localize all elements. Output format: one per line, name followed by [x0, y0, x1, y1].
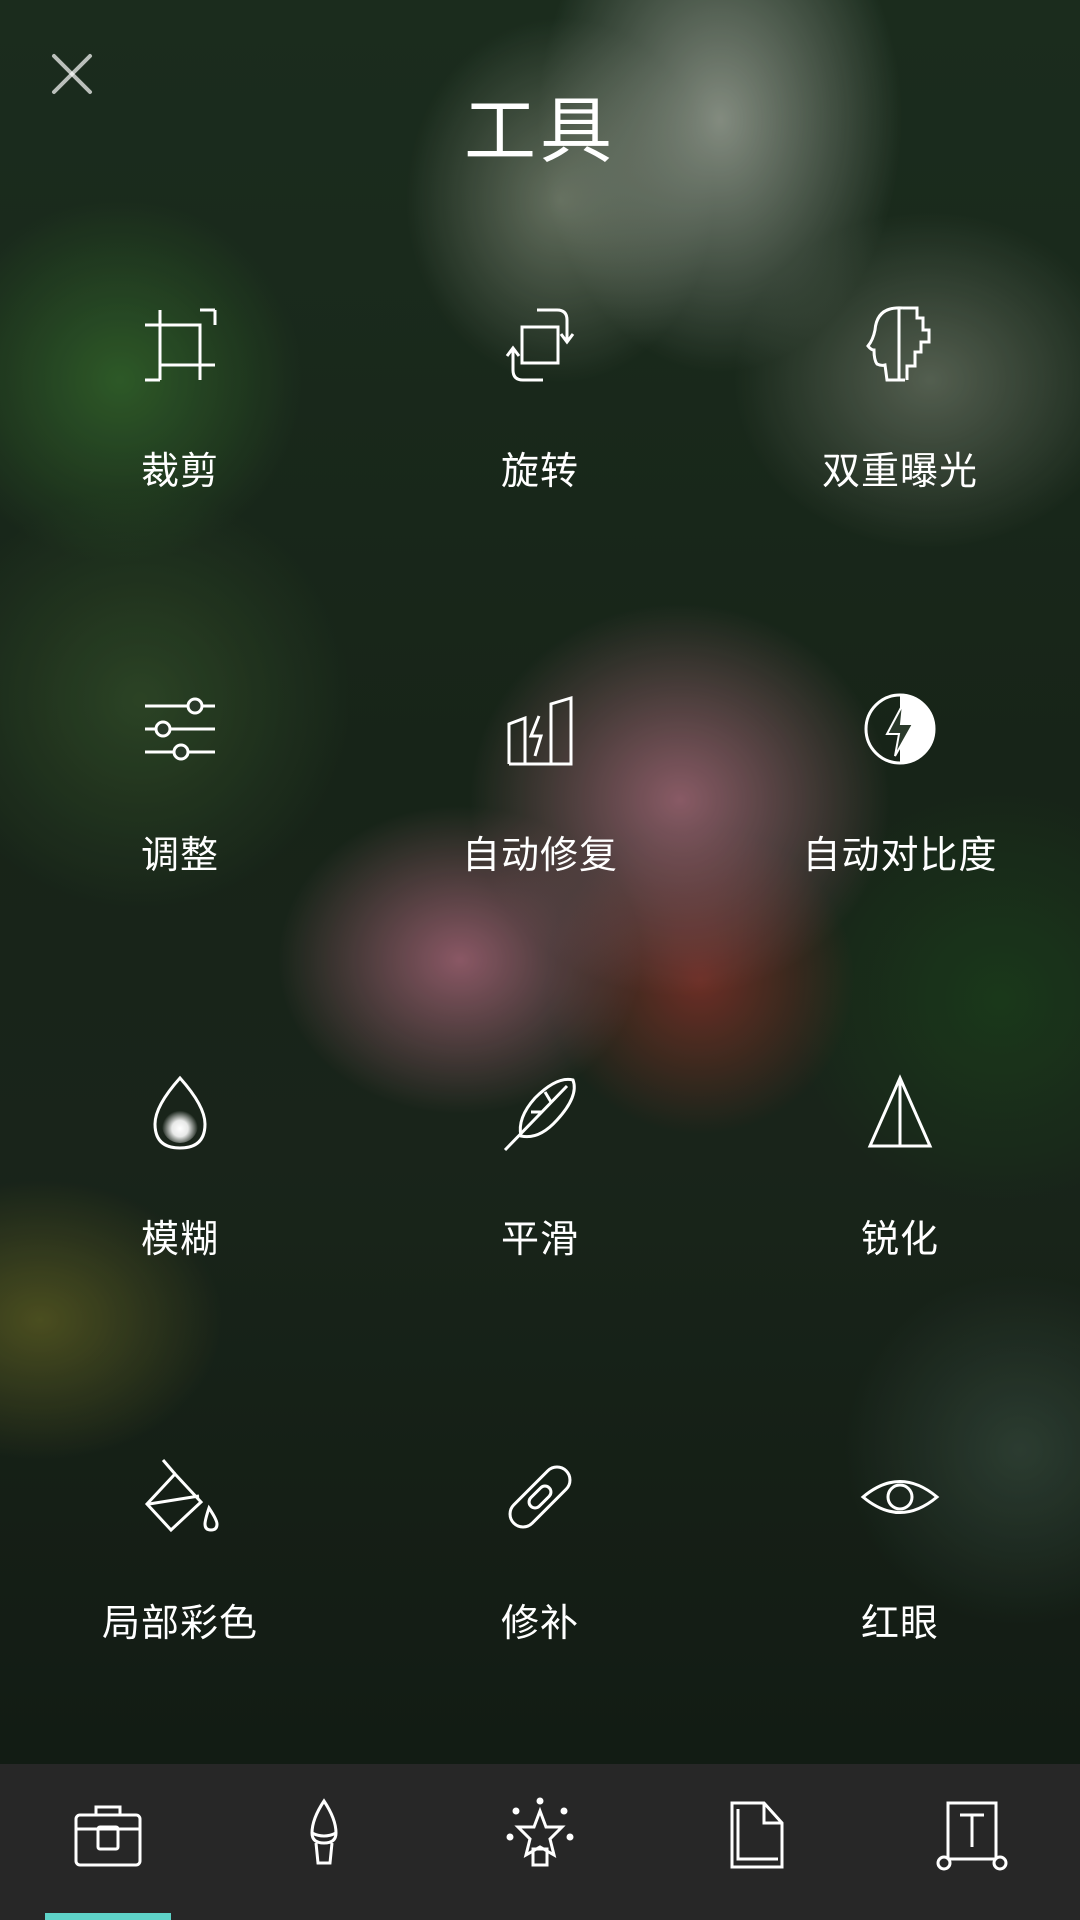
double-exposure-icon	[855, 300, 945, 390]
sticker-icon	[730, 1801, 784, 1869]
tool-label: 自动修复	[461, 833, 618, 877]
tool-sharpen[interactable]: 锐化	[720, 998, 1080, 1382]
page-title: 工具	[463, 89, 616, 173]
nav-brush[interactable]	[216, 1764, 432, 1920]
tool-label: 平滑	[500, 1217, 579, 1261]
tool-label: 双重曝光	[821, 449, 978, 493]
tool-double-exposure[interactable]: 双重曝光	[720, 230, 1080, 614]
tool-label: 自动对比度	[802, 833, 998, 877]
nav-text[interactable]	[864, 1764, 1080, 1920]
tool-label: 模糊	[140, 1217, 219, 1261]
blur-drop-icon	[135, 1068, 225, 1158]
selected-tab-indicator	[45, 1913, 171, 1920]
nav-sticker[interactable]	[648, 1764, 864, 1920]
sharpen-triangle-icon	[855, 1068, 945, 1158]
bottom-nav-bar	[0, 1764, 1080, 1920]
tool-label: 裁剪	[140, 449, 219, 493]
tool-smooth[interactable]: 平滑	[360, 998, 720, 1382]
tool-blur[interactable]: 模糊	[0, 998, 360, 1382]
rotate-icon	[495, 300, 585, 390]
crop-icon	[135, 300, 225, 390]
paint-bucket-icon	[135, 1452, 225, 1542]
nav-tools[interactable]	[0, 1764, 216, 1920]
tool-rotate[interactable]: 旋转	[360, 230, 720, 614]
tool-label: 调整	[140, 833, 219, 877]
tool-patch[interactable]: 修补	[360, 1382, 720, 1766]
tool-crop[interactable]: 裁剪	[0, 230, 360, 614]
tool-label: 锐化	[860, 1217, 939, 1261]
tools-grid: 裁剪 旋转 双重曝光 调整 自动修复 自动对比度 模糊 平滑 锐化 局部彩色 修…	[0, 230, 1080, 1766]
tool-label: 修补	[500, 1601, 579, 1645]
tool-local-color[interactable]: 局部彩色	[0, 1382, 360, 1766]
auto-fix-icon	[495, 684, 585, 774]
nav-effects[interactable]	[432, 1764, 648, 1920]
tool-label: 旋转	[500, 449, 579, 493]
text-icon	[936, 1801, 1008, 1871]
effects-star-icon	[506, 1797, 574, 1867]
bandage-icon	[495, 1452, 585, 1542]
tool-label: 红眼	[860, 1601, 939, 1645]
tool-red-eye[interactable]: 红眼	[720, 1382, 1080, 1766]
tool-label: 局部彩色	[101, 1601, 258, 1645]
toolbox-icon	[74, 1805, 142, 1867]
brush-icon	[310, 1798, 338, 1865]
tool-auto-contrast[interactable]: 自动对比度	[720, 614, 1080, 998]
eye-icon	[855, 1452, 945, 1542]
auto-contrast-icon	[855, 684, 945, 774]
sliders-icon	[135, 684, 225, 774]
tool-adjust[interactable]: 调整	[0, 614, 360, 998]
smooth-feather-icon	[495, 1068, 585, 1158]
tool-auto-fix[interactable]: 自动修复	[360, 614, 720, 998]
